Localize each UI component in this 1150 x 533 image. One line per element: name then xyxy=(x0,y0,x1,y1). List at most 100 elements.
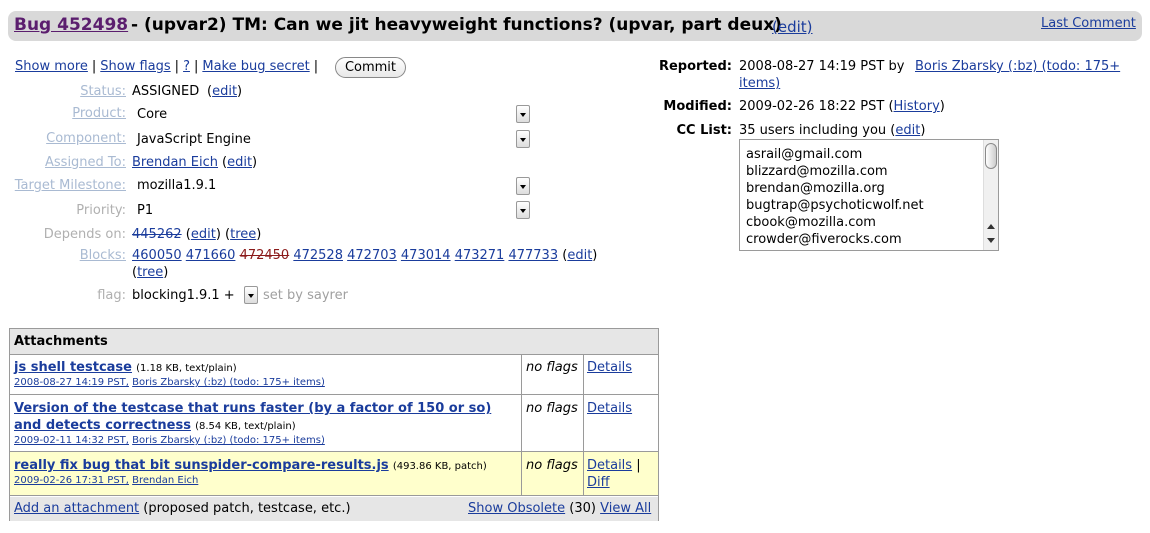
cc-label: CC List: xyxy=(676,123,733,138)
product-dropdown-arrow[interactable] xyxy=(516,105,530,123)
attachment-title-link[interactable]: js shell testcase xyxy=(14,360,132,375)
attachment-author-link[interactable]: Boris Zbarsky (:bz) (todo: 175+ items) xyxy=(132,435,325,446)
priority-label: Priority: xyxy=(76,203,126,218)
attachment-flags-cell: no flags xyxy=(522,395,584,451)
attachment-row: js shell testcase (1.18 KB, text/plain) … xyxy=(10,355,658,395)
blocks-bug-link[interactable]: 473014 xyxy=(401,248,451,263)
blocks-bug-link[interactable]: 472528 xyxy=(293,248,343,263)
milestone-select[interactable]: mozilla1.9.1 xyxy=(137,178,216,193)
attachments-header-label: Attachments xyxy=(14,334,108,349)
attachment-date-link[interactable]: 2008-08-27 14:19 PST, xyxy=(14,377,129,388)
attachments-footer: Add an attachment (proposed patch, testc… xyxy=(10,497,658,521)
flag-select[interactable]: blocking1.9.1 + xyxy=(132,288,235,303)
attachment-date-link[interactable]: 2009-02-26 17:31 PST, xyxy=(14,475,129,486)
attachment-title-link[interactable]: Version of the testcase that runs faster… xyxy=(14,401,491,416)
cc-scrollbar[interactable] xyxy=(983,140,998,250)
modified-label: Modified: xyxy=(663,99,732,114)
reported-date: 2008-08-27 14:19 PST by xyxy=(739,59,905,74)
depends-edit-link[interactable]: edit xyxy=(191,227,216,242)
product-label[interactable]: Product: xyxy=(72,106,126,121)
blocks-bug-link-resolved[interactable]: 472450 xyxy=(240,248,290,263)
assigned-label[interactable]: Assigned To: xyxy=(45,155,126,170)
assignee-link[interactable]: Brendan Eich xyxy=(132,155,218,170)
scroll-down-icon[interactable] xyxy=(987,238,995,243)
cc-list-item[interactable]: crowder@fiverocks.com xyxy=(746,232,902,247)
separator: | xyxy=(91,59,97,74)
blocks-bug-link[interactable]: 473271 xyxy=(455,248,505,263)
attachment-author-link[interactable]: Brendan Eich xyxy=(132,475,198,486)
cc-list-item[interactable]: bugtrap@psychoticwolf.net xyxy=(746,198,924,213)
cc-edit-link[interactable]: edit xyxy=(895,123,920,138)
attachment-details-link[interactable]: Details xyxy=(587,458,632,473)
bug-id-link[interactable]: Bug 452498 xyxy=(14,15,128,35)
cc-list-item[interactable]: blizzard@mozilla.com xyxy=(746,164,888,179)
commit-button[interactable]: Commit xyxy=(335,57,406,78)
cc-scroll-thumb[interactable] xyxy=(985,143,997,169)
modified-date: 2009-02-26 18:22 PST ( xyxy=(739,99,894,114)
attachment-size: (8.54 KB, text/plain) xyxy=(195,421,296,432)
attachment-info-cell: Version of the testcase that runs faster… xyxy=(10,395,522,451)
blocks-bug-link[interactable]: 471660 xyxy=(186,248,236,263)
reporter-link-cont[interactable]: items) xyxy=(739,76,780,91)
depends-bug-link[interactable]: 445262 xyxy=(132,227,182,242)
attachment-diff-link[interactable]: Diff xyxy=(587,475,610,490)
attachment-info-cell: js shell testcase (1.18 KB, text/plain) … xyxy=(10,355,522,394)
depends-tree-link[interactable]: tree xyxy=(230,227,256,242)
attachment-details-link[interactable]: Details xyxy=(587,401,632,416)
blocks-bug-link[interactable]: 460050 xyxy=(132,248,182,263)
add-attachment-link[interactable]: Add an attachment xyxy=(14,501,139,516)
priority-select[interactable]: P1 xyxy=(137,203,153,218)
make-secret-link[interactable]: Make bug secret xyxy=(202,59,309,74)
cc-list-item[interactable]: asrail@gmail.com xyxy=(746,147,862,162)
action-row: Show more | Show flags |? | Make bug secret | xyxy=(15,59,322,74)
reporter-link[interactable]: Boris Zbarsky (:bz) (todo: 175+ xyxy=(915,59,1120,74)
separator: | xyxy=(174,59,180,74)
blocks-edit-link[interactable]: edit xyxy=(567,248,592,263)
show-flags-link[interactable]: Show flags xyxy=(100,59,170,74)
add-attachment-hint: (proposed patch, testcase, etc.) xyxy=(143,501,351,516)
modified-row: 2009-02-26 18:22 PST (History) xyxy=(739,99,945,114)
product-select[interactable]: Core xyxy=(137,107,167,122)
modified-close: ) xyxy=(939,99,945,114)
separator: | xyxy=(636,458,641,473)
blocks-bug-link[interactable]: 472703 xyxy=(347,248,397,263)
component-dropdown-arrow[interactable] xyxy=(516,130,530,148)
attachment-details-link[interactable]: Details xyxy=(587,360,632,375)
blocks-bug-link[interactable]: 477733 xyxy=(508,248,558,263)
cc-list-item[interactable]: cbook@mozilla.com xyxy=(746,215,876,230)
blocks-tree-link[interactable]: tree xyxy=(137,265,163,280)
obsolete-count: (30) xyxy=(569,501,596,516)
summary-edit-link[interactable]: (edit) xyxy=(772,18,813,36)
attachment-author-link[interactable]: Boris Zbarsky (:bz) (todo: 175+ items) xyxy=(132,377,325,388)
cc-summary: 35 users including you ( xyxy=(739,123,896,138)
history-link[interactable]: History xyxy=(894,99,940,114)
assigned-edit-link[interactable]: edit xyxy=(227,155,252,170)
show-obsolete-link[interactable]: Show Obsolete xyxy=(468,501,565,516)
attachment-title-link[interactable]: really fix bug that bit sunspider-compar… xyxy=(14,458,389,473)
separator: | xyxy=(193,59,199,74)
attachment-date-link[interactable]: 2009-02-11 14:32 PST, xyxy=(14,435,129,446)
status-edit-link[interactable]: edit xyxy=(212,84,237,99)
flag-dropdown-arrow[interactable] xyxy=(244,286,258,304)
assigned-edit-wrap: (edit) xyxy=(222,155,258,170)
blocks-label[interactable]: Blocks: xyxy=(80,248,126,263)
milestone-dropdown-arrow[interactable] xyxy=(516,177,530,195)
status-edit-wrap: (edit) xyxy=(207,84,243,99)
cc-list-item[interactable]: brendan@mozilla.org xyxy=(746,181,885,196)
status-label[interactable]: Status: xyxy=(80,84,126,99)
milestone-label[interactable]: Target Milestone: xyxy=(15,178,126,193)
component-label[interactable]: Component: xyxy=(46,131,126,146)
scroll-up-icon[interactable] xyxy=(987,224,995,229)
flag-label: flag: xyxy=(97,288,126,303)
priority-dropdown-arrow[interactable] xyxy=(516,201,530,219)
attachment-flags-cell: no flags xyxy=(522,452,584,495)
cc-listbox[interactable]: asrail@gmail.com blizzard@mozilla.com br… xyxy=(739,139,999,251)
component-select[interactable]: JavaScript Engine xyxy=(137,132,251,147)
view-all-link[interactable]: View All xyxy=(600,501,651,516)
last-comment-link[interactable]: Last Comment xyxy=(1041,16,1136,31)
show-more-link[interactable]: Show more xyxy=(15,59,88,74)
attachment-flags: no flags xyxy=(526,360,578,375)
attachment-title-link-cont[interactable]: and detects correctness xyxy=(14,418,191,433)
cc-close: ) xyxy=(920,123,926,138)
help-link[interactable]: ? xyxy=(183,59,190,74)
